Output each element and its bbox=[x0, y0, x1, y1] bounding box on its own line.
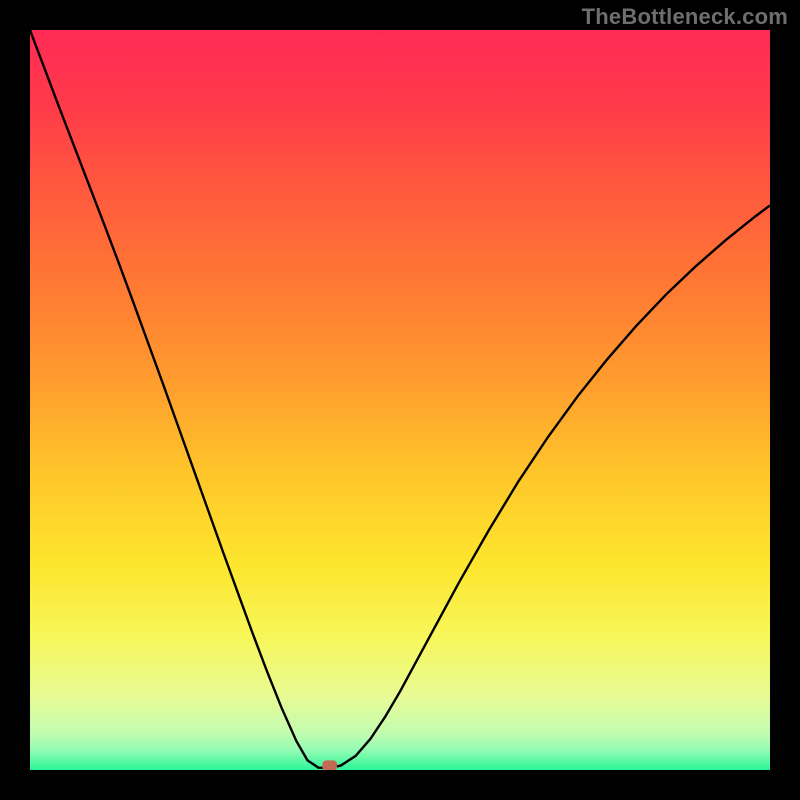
chart-svg bbox=[30, 30, 770, 770]
gradient-background bbox=[30, 30, 770, 770]
bottleneck-chart bbox=[30, 30, 770, 770]
watermark-text: TheBottleneck.com bbox=[582, 4, 788, 30]
optimal-point-marker bbox=[322, 760, 337, 770]
